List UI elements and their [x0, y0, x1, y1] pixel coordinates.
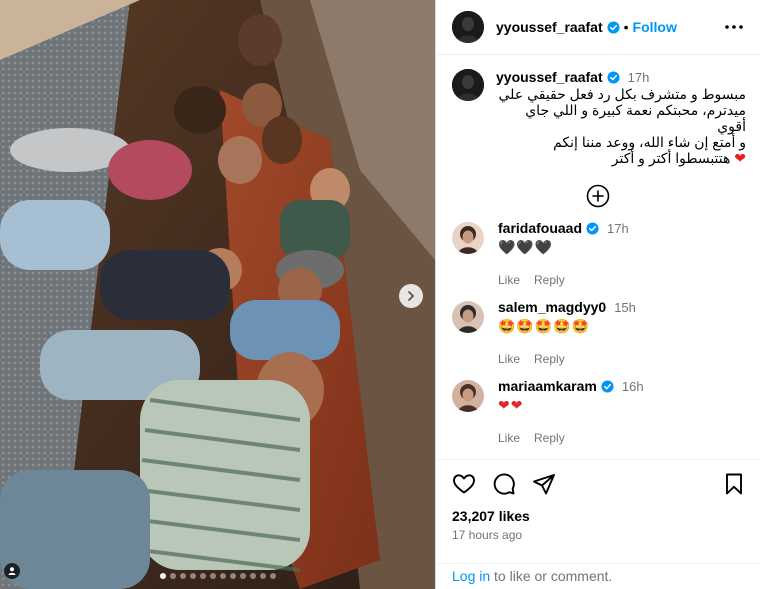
- comments-list[interactable]: yyoussef_raafat 17h مبسوط و متشرف بكل رد…: [436, 55, 760, 459]
- carousel-dot: [199, 573, 206, 579]
- carousel-dot: [179, 573, 186, 579]
- heart-emoji: ❤: [734, 150, 746, 166]
- post-timestamp[interactable]: 17 hours ago: [452, 528, 744, 542]
- comment-time[interactable]: 15h: [614, 300, 636, 315]
- comment-username[interactable]: mariaamkaram: [498, 378, 597, 394]
- post-dialog: yyoussef_raafat • Follow yyoussef_raafat: [0, 0, 760, 589]
- login-prompt: Log in to like or comment.: [436, 563, 760, 589]
- commenter-avatar[interactable]: [452, 222, 484, 254]
- comment-username[interactable]: faridafouaad: [498, 220, 582, 236]
- post-media[interactable]: [0, 0, 435, 589]
- carousel-dot: [249, 573, 256, 579]
- comment-like-button[interactable]: Like: [498, 352, 520, 366]
- caption-line: ميدترم، محبتكم نعمة كبيرة و اللي جاي أقو…: [525, 102, 746, 134]
- login-link[interactable]: Log in: [452, 568, 490, 584]
- save-button[interactable]: [722, 472, 746, 496]
- carousel-dot: [239, 573, 246, 579]
- comment-button[interactable]: [492, 472, 516, 496]
- comment-item: mariaamkaram 16h ❤❤ Like Reply: [436, 378, 760, 445]
- like-button[interactable]: [452, 472, 476, 496]
- comment-reply-button[interactable]: Reply: [534, 431, 565, 445]
- commenter-avatar[interactable]: [452, 301, 484, 333]
- caption-avatar[interactable]: [452, 69, 484, 101]
- action-bar: [452, 460, 744, 508]
- separator-dot: •: [623, 19, 629, 35]
- load-more-icon: [586, 184, 610, 208]
- carousel-dot: [189, 573, 196, 579]
- likes-count[interactable]: 23,207 likes: [452, 508, 744, 524]
- next-image-button[interactable]: [399, 284, 423, 308]
- caption-username[interactable]: yyoussef_raafat: [496, 69, 603, 85]
- more-icon: [725, 25, 743, 29]
- group-photo: [0, 0, 435, 589]
- comment-like-button[interactable]: Like: [498, 431, 520, 445]
- caption-line: مبسوط و متشرف بكل رد فعل حقيقي علي: [498, 86, 746, 102]
- carousel-dot: [219, 573, 226, 579]
- post-side-panel: yyoussef_raafat • Follow yyoussef_raafat: [435, 0, 760, 589]
- carousel-dot: [159, 573, 166, 579]
- follow-button[interactable]: Follow: [633, 19, 677, 35]
- caption-line: و أمتع إن شاء الله، ووعد مننا إنكم: [553, 134, 746, 150]
- save-icon: [726, 473, 742, 495]
- share-icon: [533, 474, 555, 495]
- comment-icon: [493, 473, 515, 495]
- commenter-avatar[interactable]: [452, 380, 484, 412]
- comment-time[interactable]: 16h: [622, 379, 644, 394]
- comment-reply-button[interactable]: Reply: [534, 273, 565, 287]
- verified-icon: [607, 70, 620, 84]
- carousel-dot: [209, 573, 216, 579]
- comment-username[interactable]: salem_magdyy0: [498, 299, 606, 315]
- next-icon: [408, 291, 415, 301]
- comment-text: 🖤🖤🖤: [498, 239, 554, 255]
- verified-icon: [607, 20, 620, 34]
- verified-icon: [586, 221, 599, 235]
- comment-like-button[interactable]: Like: [498, 273, 520, 287]
- comment-time[interactable]: 17h: [607, 221, 629, 236]
- login-prompt-text: to like or comment.: [490, 568, 613, 584]
- caption: yyoussef_raafat 17h مبسوط و متشرف بكل رد…: [436, 55, 760, 166]
- comment-reply-button[interactable]: Reply: [534, 352, 565, 366]
- caption-time[interactable]: 17h: [628, 70, 650, 85]
- comment-text: ❤❤: [498, 397, 524, 413]
- caption-text: مبسوط و متشرف بكل رد فعل حقيقي علي ميدتر…: [496, 86, 746, 166]
- comment-item: salem_magdyy0 15h 🤩🤩🤩🤩🤩 Like Reply: [436, 299, 760, 366]
- author-avatar[interactable]: [452, 11, 484, 43]
- verified-icon: [601, 379, 614, 393]
- load-more-comments-button[interactable]: [436, 184, 760, 208]
- share-button[interactable]: [532, 472, 556, 496]
- post-header: yyoussef_raafat • Follow: [436, 0, 760, 55]
- carousel-dot: [169, 573, 176, 579]
- caption-line: هتتبسطوا أكتر و أكتر: [611, 150, 731, 166]
- carousel-dot: [229, 573, 236, 579]
- comment-text: 🤩🤩🤩🤩🤩: [498, 318, 591, 334]
- comment-item: faridafouaad 17h 🖤🖤🖤 Like Reply: [436, 220, 760, 287]
- carousel-dot: [259, 573, 266, 579]
- heart-icon: [453, 474, 475, 494]
- comment-thread: faridafouaad 17h 🖤🖤🖤 Like Reply salem_magdyy0…: [436, 220, 760, 445]
- carousel-indicator: [0, 573, 435, 579]
- carousel-dot: [269, 573, 276, 579]
- author-username[interactable]: yyoussef_raafat: [496, 19, 603, 35]
- more-options-button[interactable]: [722, 15, 746, 39]
